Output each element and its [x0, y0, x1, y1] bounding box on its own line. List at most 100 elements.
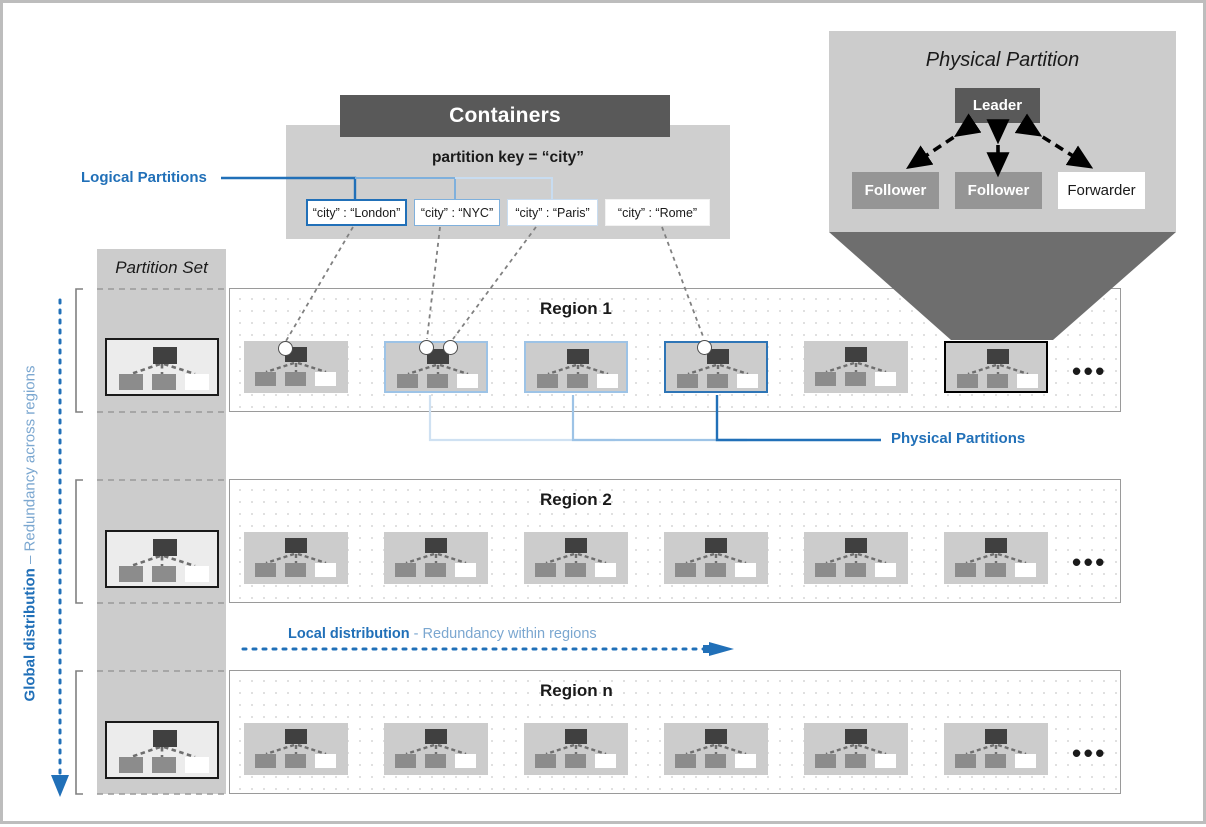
follower-node — [705, 754, 726, 768]
leader-node — [425, 729, 447, 744]
leader-node — [153, 730, 177, 747]
follower-node — [285, 372, 306, 386]
follower-node — [119, 566, 143, 582]
local-distribution-bold: Local distribution — [288, 626, 410, 642]
global-distribution-label: Global distribution – Redundancy across … — [15, 333, 45, 733]
logical-partition-marker-nyc — [419, 340, 434, 355]
forwarder-node — [185, 566, 209, 582]
follower-node — [425, 754, 446, 768]
region-1-ellipsis: ••• — [1072, 356, 1107, 386]
leader-node — [285, 729, 307, 744]
local-distribution-light: - Redundancy within regions — [413, 626, 597, 642]
partition-set-card[interactable] — [105, 721, 219, 779]
physical-partition-card[interactable] — [384, 532, 488, 584]
follower-node — [255, 754, 276, 768]
logical-partition-marker-paris — [443, 340, 458, 355]
follower-node — [565, 754, 586, 768]
forwarder-node — [315, 563, 336, 577]
local-distribution-label: Local distribution - Redundancy within r… — [288, 626, 597, 642]
follower-node — [425, 563, 446, 577]
leader-node — [845, 347, 867, 362]
follower-node — [285, 563, 306, 577]
physical-partition-card[interactable] — [664, 723, 768, 775]
forwarder-node — [735, 563, 756, 577]
follower-node — [707, 374, 728, 388]
logical-partition-paris[interactable]: “city” : “Paris” — [507, 199, 598, 226]
partition-set-title: Partition Set — [115, 258, 208, 277]
forwarder-node — [1015, 754, 1036, 768]
logical-partition-marker-london — [278, 341, 293, 356]
leader-node — [425, 538, 447, 553]
physical-partition-card[interactable] — [524, 341, 628, 393]
follower-node — [255, 372, 276, 386]
partition-set-card[interactable] — [105, 530, 219, 588]
leader-node — [153, 539, 177, 556]
forwarder-node — [875, 372, 896, 386]
follower-node — [397, 374, 418, 388]
physical-partition-card[interactable] — [944, 532, 1048, 584]
forwarder-node — [1017, 374, 1038, 388]
physical-partition-card-zoomed[interactable] — [944, 341, 1048, 393]
leader-node — [705, 538, 727, 553]
physical-partition-card[interactable] — [384, 341, 488, 393]
follower-node — [152, 374, 176, 390]
physical-partition-card[interactable] — [524, 532, 628, 584]
forwarder-node — [597, 374, 618, 388]
forwarder-node — [457, 374, 478, 388]
follower-node — [677, 374, 698, 388]
physical-partition-card[interactable] — [244, 723, 348, 775]
physical-partition-card[interactable] — [664, 341, 768, 393]
logical-partition-marker-rome — [697, 340, 712, 355]
forwarder-node — [315, 754, 336, 768]
follower-node — [255, 563, 276, 577]
follower-node — [285, 754, 306, 768]
physical-partition-card[interactable] — [804, 723, 908, 775]
follower-node — [427, 374, 448, 388]
follower-node — [119, 757, 143, 773]
forwarder-node — [737, 374, 758, 388]
logical-partition-nyc[interactable]: “city” : “NYC” — [414, 199, 500, 226]
leader-node — [153, 347, 177, 364]
follower-box: Follower — [955, 172, 1042, 209]
physical-partition-card[interactable] — [804, 532, 908, 584]
forwarder-node — [315, 372, 336, 386]
follower-node — [815, 372, 836, 386]
follower-node — [395, 754, 416, 768]
physical-partition-card[interactable] — [384, 723, 488, 775]
leader-node — [985, 729, 1007, 744]
follower-node — [152, 757, 176, 773]
forwarder-node — [185, 757, 209, 773]
follower-node — [845, 754, 866, 768]
forwarder-node — [185, 374, 209, 390]
follower-node — [395, 563, 416, 577]
follower-node — [535, 563, 556, 577]
partition-set-card[interactable] — [105, 338, 219, 396]
follower-node — [535, 754, 556, 768]
physical-partition-card[interactable] — [664, 532, 768, 584]
forwarder-box: Forwarder — [1058, 172, 1145, 209]
logical-partition-london[interactable]: “city” : “London” — [306, 199, 407, 226]
partition-set-column — [97, 249, 226, 794]
physical-partition-title: Physical Partition — [925, 48, 1080, 71]
follower-node — [815, 754, 836, 768]
region-n-ellipsis: ••• — [1072, 738, 1107, 768]
logical-partition-rome[interactable]: “city” : “Rome” — [605, 199, 710, 226]
follower-node — [119, 374, 143, 390]
leader-node — [845, 538, 867, 553]
physical-partition-card[interactable] — [244, 532, 348, 584]
leader-node — [845, 729, 867, 744]
containers-header: Containers — [340, 95, 670, 137]
diagram-canvas: Region 1 Region 2 Region n ••• ••• ••• P… — [0, 0, 1206, 824]
physical-partition-card[interactable] — [244, 341, 348, 393]
global-distribution-bold: Global distribution — [21, 567, 39, 701]
follower-node — [675, 563, 696, 577]
follower-node — [537, 374, 558, 388]
physical-partition-card[interactable] — [804, 341, 908, 393]
physical-partition-card[interactable] — [524, 723, 628, 775]
follower-node — [565, 563, 586, 577]
follower-node — [815, 563, 836, 577]
physical-partition-card[interactable] — [944, 723, 1048, 775]
physical-partitions-label: Physical Partitions — [891, 430, 1026, 447]
leader-node — [987, 349, 1009, 364]
follower-node — [985, 563, 1006, 577]
